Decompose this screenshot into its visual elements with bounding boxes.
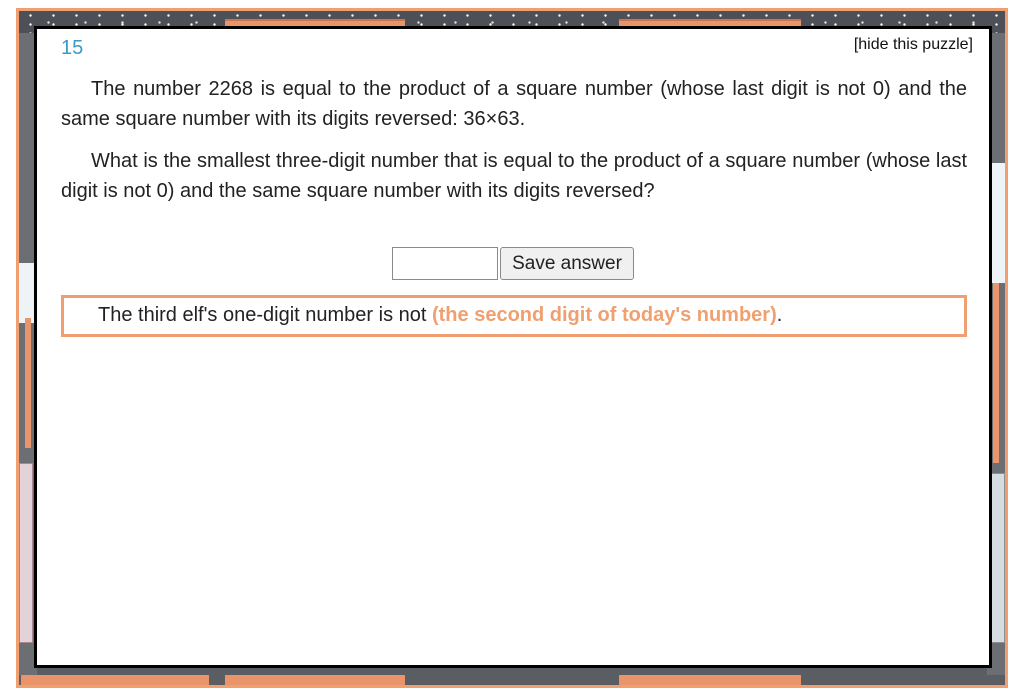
- hide-puzzle-link[interactable]: [hide this puzzle]: [854, 36, 973, 54]
- puzzle-question: What is the smallest three-digit number …: [61, 150, 967, 202]
- puzzle-panel: 15 [hide this puzzle] The number 2268 is…: [34, 26, 992, 668]
- house-wall: [19, 463, 33, 643]
- roof-decoration: [225, 675, 405, 685]
- puzzle-day-number: 15: [61, 37, 84, 59]
- save-answer-button[interactable]: Save answer: [500, 247, 634, 280]
- house-wall: [991, 473, 1005, 643]
- clue-text: The third elf's one-digit number is not: [98, 304, 432, 326]
- roof-decoration: [619, 675, 801, 685]
- answer-form: Save answer: [37, 247, 989, 280]
- roof-decoration: [21, 675, 209, 685]
- clue-suffix: .: [776, 304, 783, 326]
- orange-post: [993, 283, 999, 463]
- clue-highlight: (the second digit of today's number): [431, 304, 777, 326]
- orange-post: [25, 318, 31, 448]
- elf-clue-box: The third elf's one-digit number is not …: [61, 295, 967, 337]
- answer-input[interactable]: [392, 247, 499, 280]
- puzzle-text: The number 2268 is equal to the product …: [61, 74, 967, 218]
- puzzle-paragraph: The number 2268 is equal to the product …: [61, 78, 967, 130]
- snow-drift: [19, 263, 35, 323]
